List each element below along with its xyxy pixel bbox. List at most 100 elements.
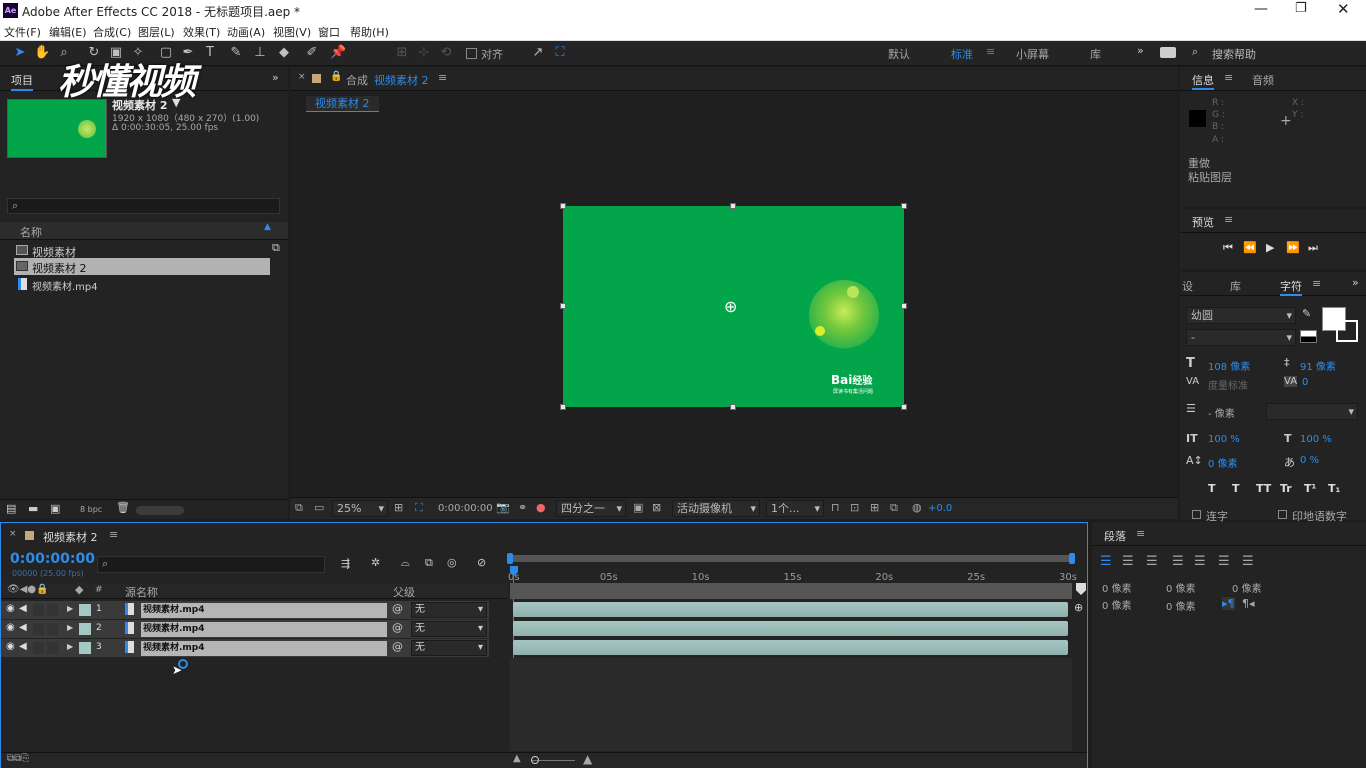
draft-3d-icon[interactable]: ✲ (371, 556, 380, 569)
zoom-dropdown[interactable]: 25% ▾ (332, 500, 388, 517)
handle-br[interactable] (901, 404, 907, 410)
parent-dropdown[interactable]: 无 ▾ (411, 640, 487, 656)
parent-dropdown[interactable]: 无 ▾ (411, 621, 487, 637)
brush-tool-icon[interactable]: ✎ (228, 45, 244, 61)
preview-menu-icon[interactable]: ≡ (1224, 213, 1233, 226)
project-search-input[interactable]: ⌕ (7, 198, 280, 214)
current-time-indicator-marker[interactable] (1076, 583, 1086, 595)
source-name-col[interactable]: 源名称 (125, 584, 158, 600)
effects-tab[interactable]: 设 (1182, 278, 1193, 294)
workspace-libraries[interactable]: 库 (1090, 46, 1101, 62)
handle-tl[interactable] (560, 203, 566, 209)
text-style-button[interactable]: TT (1256, 482, 1271, 495)
pick-whip-icon[interactable]: @ (392, 602, 403, 615)
snap-checkbox[interactable] (466, 48, 477, 59)
hindi-digits-checkbox[interactable] (1278, 510, 1287, 519)
menu-item-5[interactable]: 动画(A) (227, 24, 265, 40)
library-tab[interactable]: 库 (1230, 278, 1241, 294)
label-color-swatch[interactable] (79, 604, 91, 616)
tracking-value[interactable]: 0 (1302, 377, 1308, 388)
stroke-type-dropdown[interactable]: ▾ (1266, 403, 1358, 420)
timeline-timecode[interactable]: 0:00:00:00 (10, 551, 95, 567)
info-menu-icon[interactable]: ≡ (1224, 71, 1233, 84)
pick-whip-icon[interactable]: @ (392, 621, 403, 634)
channels-icon[interactable]: ● (536, 501, 546, 514)
show-snapshot-icon[interactable]: ⚭ (518, 501, 527, 514)
workspace-default[interactable]: 默认 (888, 46, 910, 62)
audio-tab[interactable]: 音频 (1252, 72, 1274, 88)
character-menu-icon[interactable]: ≡ (1312, 277, 1321, 290)
justify-all-icon[interactable]: ☰ (1242, 554, 1254, 569)
project-item-selected[interactable]: 视频素材 2 (14, 258, 270, 275)
sort-up-icon[interactable]: ▲ (264, 222, 271, 232)
eyedropper-icon[interactable]: ✎ (1302, 307, 1311, 320)
motion-blur-icon[interactable]: ◎ (447, 556, 457, 569)
hand-tool-icon[interactable]: ✋ (34, 45, 50, 61)
workspace-standard[interactable]: 标准 (951, 46, 973, 62)
label-color-swatch[interactable] (79, 642, 91, 654)
interpret-footage-icon[interactable]: ▤ (6, 502, 16, 515)
comp-mini-flowchart-icon[interactable]: ⇶ (341, 557, 350, 570)
justify-right-icon[interactable]: ☰ (1218, 554, 1230, 569)
frame-blend-icon[interactable]: ⧉ (425, 556, 433, 570)
toggle-pixel-icon[interactable]: ⊓ (831, 501, 840, 514)
project-item[interactable]: 视频素材.mp4 (14, 276, 270, 293)
parent-col[interactable]: 父级 (393, 584, 415, 600)
leading-value[interactable]: 91 像素 (1300, 358, 1336, 373)
justify-center-icon[interactable]: ☰ (1194, 554, 1206, 569)
flowchart-icon[interactable]: ⧉ (890, 501, 898, 515)
sync-settings-icon[interactable] (1160, 47, 1176, 58)
indent-left-value[interactable]: 0 像素 (1102, 580, 1132, 595)
comp-tab-name[interactable]: 视频素材 2 (374, 72, 429, 88)
vertical-scale-value[interactable]: 100 % (1208, 434, 1240, 445)
prev-frame-icon[interactable]: ⏪ (1243, 241, 1257, 254)
expand-panel-icon[interactable]: » (272, 71, 279, 84)
tsume-value[interactable]: 0 % (1300, 455, 1319, 466)
views-dropdown[interactable]: 1个... ▾ (766, 500, 824, 517)
align-right-icon[interactable]: ☰ (1146, 554, 1158, 569)
font-family-dropdown[interactable]: 幼圆 ▾ (1186, 307, 1296, 324)
comp-timecode[interactable]: 0:00:00:00 (438, 503, 493, 514)
font-style-dropdown[interactable]: - ▾ (1186, 329, 1296, 346)
layer-name[interactable]: 视频素材.mp4 (141, 603, 387, 618)
menu-item-3[interactable]: 图层(L) (138, 24, 175, 40)
menu-item-6[interactable]: 视图(V) (273, 24, 311, 40)
text-style-button[interactable]: T¹ (1304, 482, 1316, 495)
handle-tc[interactable] (730, 203, 736, 209)
solo-box[interactable] (33, 642, 44, 654)
minimize-icon[interactable]: — (1254, 1, 1268, 17)
rtl-direction-icon[interactable]: ¶◂ (1242, 597, 1255, 610)
resolution-dropdown[interactable]: 四分之一 ▾ (556, 500, 626, 517)
next-frame-icon[interactable]: ⏩ (1286, 241, 1300, 254)
project-item[interactable]: 视频素材 (14, 242, 270, 259)
snap-option-icon[interactable]: ↗ (530, 45, 546, 61)
axis-icon-2[interactable]: ⊹ (416, 45, 432, 61)
lock-icon[interactable]: 🔒 (330, 71, 342, 82)
comp-tab-menu-icon[interactable]: ≡ (438, 71, 447, 84)
ligature-checkbox[interactable] (1192, 510, 1201, 519)
menu-item-8[interactable]: 帮助(H) (350, 24, 389, 40)
zoom-out-icon[interactable]: ▲ (513, 753, 521, 764)
lock-box[interactable] (47, 642, 58, 654)
project-flowchart-icon[interactable]: ⧉ (272, 241, 280, 255)
expand-arrow-icon[interactable]: ▶ (67, 604, 73, 613)
layer-name[interactable]: 视频素材.mp4 (141, 622, 387, 637)
timeline-search-input[interactable]: ⌕ (97, 556, 325, 573)
thumb-dropdown-icon[interactable]: ▼ (172, 96, 180, 109)
preview-tab[interactable]: 预览 (1192, 214, 1214, 230)
text-style-button[interactable]: T (1232, 482, 1240, 495)
menu-item-2[interactable]: 合成(C) (93, 24, 131, 40)
column-name[interactable]: 名称 (20, 224, 42, 240)
maximize-icon[interactable]: ❐ (1295, 1, 1307, 16)
baseline-value[interactable]: 0 像素 (1208, 455, 1238, 470)
close-tab-icon[interactable]: × (298, 72, 306, 82)
space-after-value[interactable]: 0 像素 (1166, 598, 1196, 613)
timeline-icon[interactable]: ⊞ (870, 501, 879, 514)
parent-dropdown[interactable]: 无 ▾ (411, 602, 487, 618)
menu-item-0[interactable]: 文件(F) (4, 24, 41, 40)
snap-grid-icon[interactable]: ⛶ (552, 45, 568, 61)
time-ruler[interactable]: 0s05s10s15s20s25s30s (508, 563, 1080, 583)
menu-item-4[interactable]: 效果(T) (183, 24, 220, 40)
delete-icon[interactable]: 🗑 (116, 501, 130, 514)
clone-tool-icon[interactable]: ⊥ (252, 45, 268, 61)
